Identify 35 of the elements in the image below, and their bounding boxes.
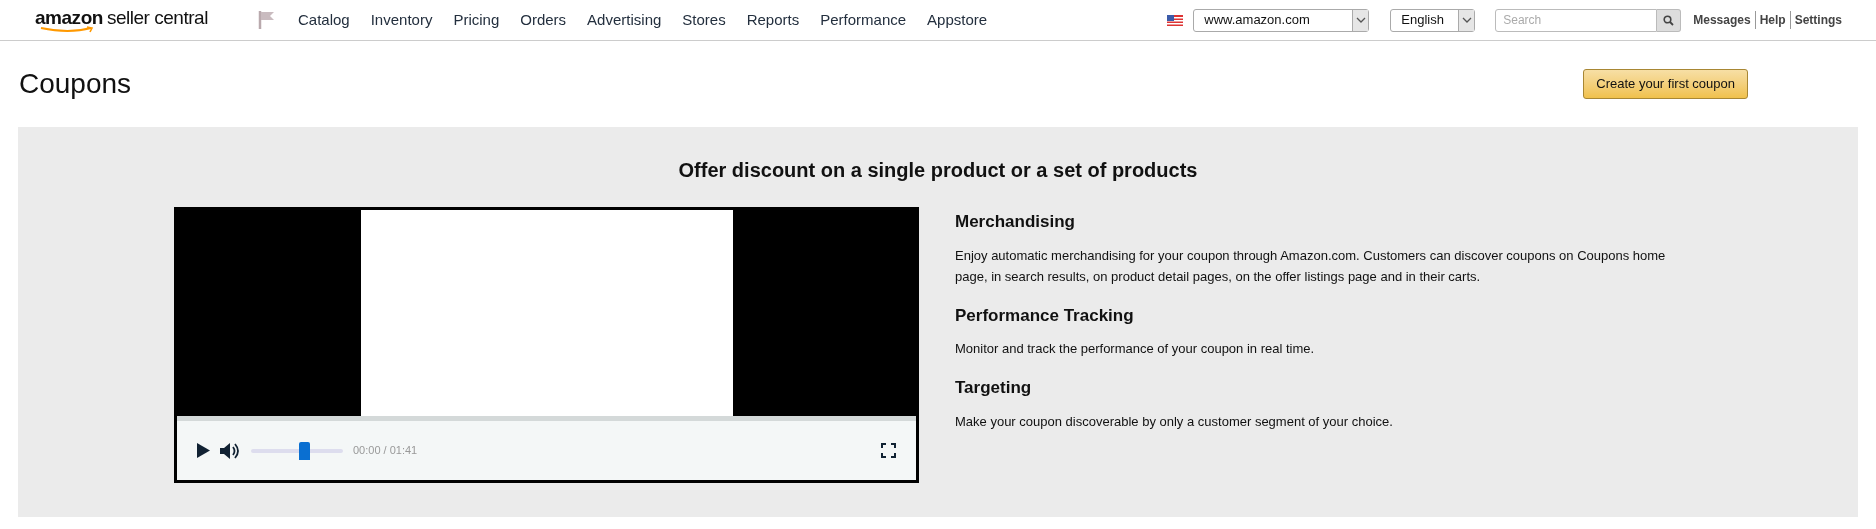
nav-link[interactable]: Performance [820,8,907,32]
page-title: Coupons [19,67,132,101]
nav-link[interactable]: Inventory [370,8,433,32]
play-icon[interactable] [197,443,210,458]
nav-link[interactable]: Stores [682,8,726,32]
fullscreen-icon[interactable] [881,443,896,458]
nav-link[interactable]: Orders [520,8,567,32]
nav-link[interactable]: Catalog [298,8,350,32]
nav-link[interactable]: Reports [746,8,800,32]
search-icon[interactable] [1663,14,1675,26]
slider-thumb[interactable] [299,441,311,460]
chevron-down-icon [1355,17,1366,23]
chevron-down-icon [1461,17,1472,23]
feature-description: Monitor and track the performance of your coupon in real time. [955,340,1316,358]
video-time: 00:00 / 01:41 [353,443,418,459]
promo-heading: Offer discount on a single product or a set of products [678,158,1198,183]
create-coupon-button[interactable]: Create your first coupon [1583,69,1748,99]
search-field[interactable]: Search [1495,8,1658,32]
volume-icon[interactable] [220,441,240,460]
header-link[interactable]: Help [1754,11,1790,29]
feature-title: Performance Tracking [955,304,1135,327]
header-link[interactable]: Messages [1689,11,1755,29]
nav-link[interactable]: Pricing [453,8,500,32]
feature-description: Make your coupon discoverable by only a customer segment of your choice. [955,412,1394,431]
us-flag-icon [1167,14,1184,26]
header-link[interactable]: Settings [1789,11,1846,29]
marketplace-dropdown[interactable]: www.amazon.com [1193,8,1370,32]
language-dropdown[interactable]: English [1390,8,1476,32]
nav-link[interactable]: Appstore [927,8,988,32]
feature-description: Enjoy automatic merchandising for your coupon through Amazon.com. Customers can discover coupons on Coupons home page, in search results, on product detail pages, on the offer listings page and in their carts. [955,246,1667,286]
seller-central-logo[interactable]: amazon seller central [35,7,210,33]
search-button[interactable] [1657,8,1682,32]
nav-link[interactable]: Advertising [587,8,662,32]
feature-title: Merchandising [955,211,1076,233]
feature-title: Targeting [955,377,1033,399]
